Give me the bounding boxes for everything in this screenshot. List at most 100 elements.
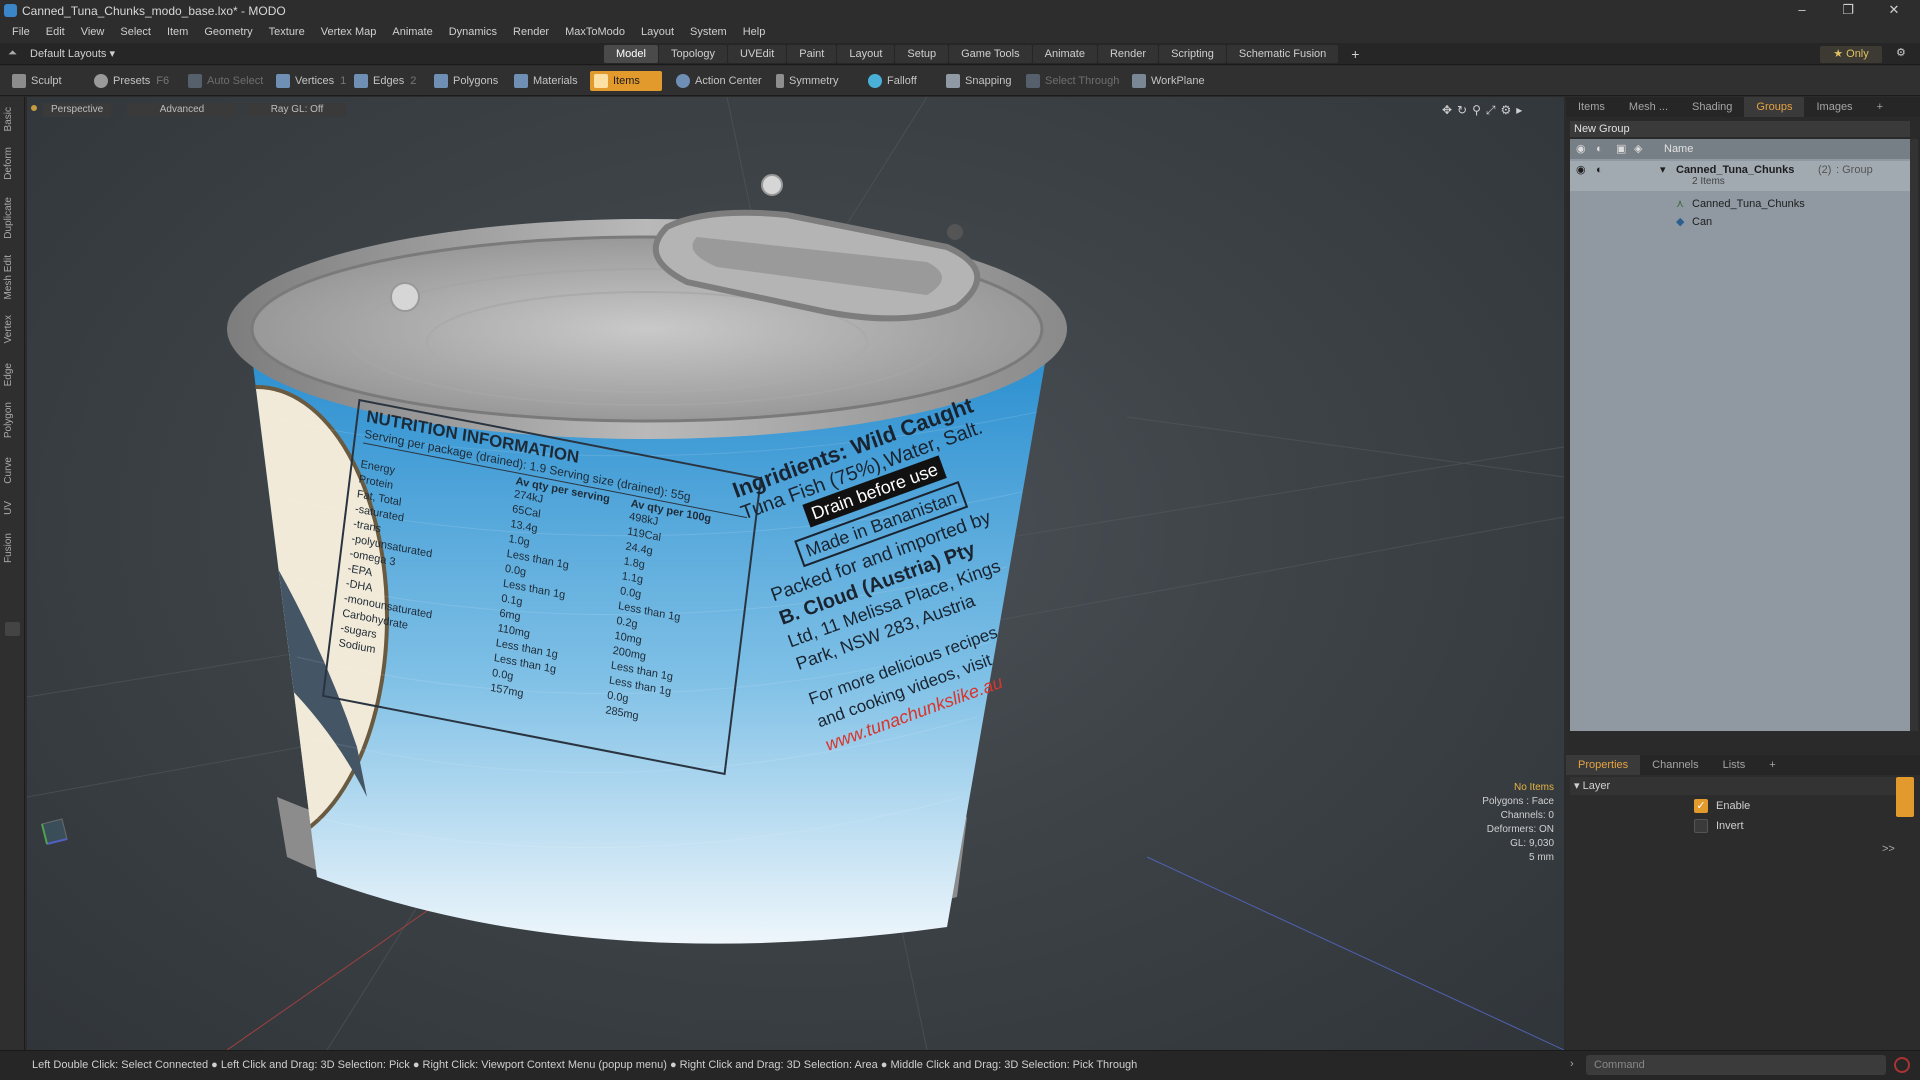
lock-icon[interactable]: ▣ [1616, 139, 1626, 159]
visibility-eye-icon[interactable]: ◉ [1576, 139, 1586, 159]
menu-geometry[interactable]: Geometry [196, 22, 260, 43]
tab-mesh[interactable]: Mesh ... [1617, 97, 1680, 117]
more-button[interactable]: >> [1882, 843, 1895, 855]
menu-select[interactable]: Select [112, 22, 159, 43]
command-input[interactable]: Command [1586, 1055, 1886, 1075]
menu-view[interactable]: View [73, 22, 113, 43]
menu-system[interactable]: System [682, 22, 735, 43]
list-item[interactable]: ◆ Can [1570, 213, 1910, 231]
tab-setup[interactable]: Setup [895, 45, 949, 63]
falloff-button[interactable]: Falloff [864, 71, 921, 91]
workplane-button[interactable]: WorkPlane [1128, 71, 1209, 91]
items-button[interactable]: Items [590, 71, 662, 91]
tab-render[interactable]: Render [1097, 45, 1159, 63]
menu-item[interactable]: Item [159, 22, 196, 43]
row-eye-icon[interactable]: ◉ [1576, 161, 1586, 179]
left-tab-edge[interactable]: Edge [3, 363, 14, 386]
maximize-button[interactable]: ❐ [1826, 0, 1870, 22]
record-icon[interactable] [1894, 1057, 1910, 1073]
groups-list[interactable]: ◉ ◐ ▣ ◈ Name ◉ ◐ ▾ Canned_Tuna_Chunks (2… [1570, 139, 1910, 731]
gear-icon[interactable]: ⚙ [1896, 46, 1906, 59]
menu-texture[interactable]: Texture [261, 22, 313, 43]
row-render-icon[interactable]: ◐ [1596, 161, 1603, 179]
menu-edit[interactable]: Edit [38, 22, 73, 43]
action-center-icon [676, 74, 690, 88]
invert-checkbox[interactable] [1694, 819, 1708, 833]
minimize-button[interactable]: – [1780, 0, 1824, 22]
left-tab-fusion[interactable]: Fusion [3, 533, 14, 563]
tool-tray-button[interactable] [5, 622, 20, 636]
select-through-button[interactable]: Select Through [1022, 71, 1123, 91]
enable-checkbox[interactable]: ✓ [1694, 799, 1708, 813]
tab-images[interactable]: Images [1804, 97, 1864, 117]
tab-shading[interactable]: Shading [1680, 97, 1744, 117]
group-row[interactable]: ◉ ◐ ▾ Canned_Tuna_Chunks (2) : Group 2 I… [1570, 161, 1910, 191]
menu-dynamics[interactable]: Dynamics [441, 22, 505, 43]
symmetry-icon [776, 74, 784, 88]
polygons-button[interactable]: Polygons [430, 71, 502, 91]
tab-lists[interactable]: Lists [1711, 755, 1758, 775]
3d-viewport[interactable]: Perspective Advanced Ray GL: Off ✥↻⚲⤢⚙▸ [27, 97, 1564, 1050]
add-tab-button[interactable]: + [1865, 97, 1895, 117]
layout-menu-icon[interactable]: ⏶ [8, 47, 17, 60]
tab-paint[interactable]: Paint [787, 45, 837, 63]
add-tab-button[interactable]: + [1339, 45, 1371, 63]
left-tab-curve[interactable]: Curve [3, 457, 14, 484]
tab-uvedit[interactable]: UVEdit [728, 45, 787, 63]
tab-topology[interactable]: Topology [658, 45, 728, 63]
tab-schematic-fusion[interactable]: Schematic Fusion [1226, 45, 1339, 63]
default-layouts-dropdown[interactable]: Default Layouts ▾ [30, 47, 115, 60]
tab-game-tools[interactable]: Game Tools [949, 45, 1032, 63]
presets-button[interactable]: Presets F6 [90, 71, 173, 91]
tab-layout[interactable]: Layout [837, 45, 895, 63]
menu-maxtomodo[interactable]: MaxToModo [557, 22, 633, 43]
tab-groups[interactable]: Groups [1744, 97, 1805, 117]
layout-bar: ⏶ Default Layouts ▾ Model Topology UVEdi… [0, 43, 1920, 65]
select-icon[interactable]: ◈ [1634, 139, 1642, 159]
left-tab-deform[interactable]: Deform [3, 147, 14, 180]
edges-button[interactable]: Edges 2 [350, 71, 420, 91]
snapping-button[interactable]: Snapping [942, 71, 1016, 91]
info-items: No Items [1513, 782, 1554, 793]
new-group-button[interactable]: New Group [1570, 123, 1630, 135]
tab-scripting[interactable]: Scripting [1159, 45, 1226, 63]
tab-properties[interactable]: Properties [1566, 755, 1641, 775]
vertices-button[interactable]: Vertices 1 [272, 71, 350, 91]
left-tab-polygon[interactable]: Polygon [3, 402, 14, 438]
render-icon[interactable]: ◐ [1596, 139, 1603, 159]
menu-animate[interactable]: Animate [384, 22, 440, 43]
command-arrow-icon: › [1570, 1058, 1574, 1070]
sculpt-button[interactable]: Sculpt [8, 71, 66, 91]
menu-layout[interactable]: Layout [633, 22, 682, 43]
add-tab-button[interactable]: + [1757, 755, 1787, 775]
left-tab-vertex[interactable]: Vertex [3, 315, 14, 343]
action-center-button[interactable]: Action Center [672, 71, 766, 91]
left-tab-mesh-edit[interactable]: Mesh Edit [3, 255, 14, 299]
left-tab-basic[interactable]: Basic [3, 107, 14, 131]
menu-render[interactable]: Render [505, 22, 557, 43]
only-toggle[interactable]: ★ Only [1820, 46, 1882, 63]
item-name: Can [1692, 216, 1713, 228]
tab-animate[interactable]: Animate [1032, 45, 1097, 63]
z-axis-line [1146, 856, 1564, 1050]
symmetry-button[interactable]: Symmetry [772, 71, 843, 91]
auto-select-button[interactable]: Auto Select [184, 71, 267, 91]
list-scrollbar[interactable] [1910, 139, 1918, 731]
menu-help[interactable]: Help [735, 22, 774, 43]
close-button[interactable]: ✕ [1872, 0, 1916, 22]
status-hints: Left Double Click: Select Connected ● Le… [32, 1059, 1138, 1071]
layer-section[interactable]: ▾ Layer [1570, 777, 1896, 795]
properties-side-tab[interactable] [1896, 777, 1914, 817]
left-tab-uv[interactable]: UV [3, 501, 14, 515]
materials-button[interactable]: Materials [510, 71, 582, 91]
left-tab-duplicate[interactable]: Duplicate [3, 197, 14, 239]
layer-section-title: Layer [1582, 780, 1611, 792]
tab-model[interactable]: Model [604, 45, 658, 63]
list-item[interactable]: ⋏ Canned_Tuna_Chunks [1570, 195, 1910, 213]
menu-file[interactable]: File [0, 22, 38, 43]
expand-arrow-icon[interactable]: ▾ [1660, 161, 1666, 179]
menu-vertex-map[interactable]: Vertex Map [313, 22, 385, 43]
tab-items[interactable]: Items [1566, 97, 1617, 117]
tab-channels[interactable]: Channels [1640, 755, 1710, 775]
mesh-icon: ⋏ [1676, 198, 1685, 210]
